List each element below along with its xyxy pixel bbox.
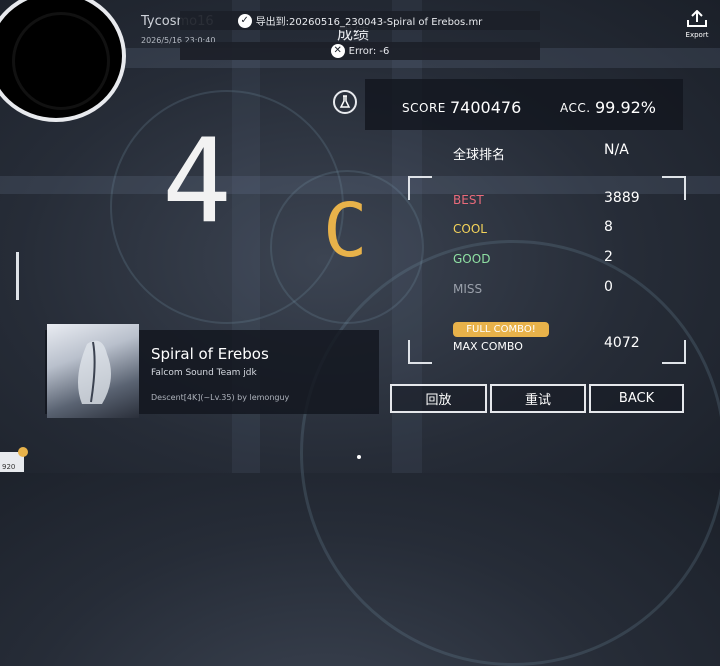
export-toast: ✓ 导出到:20260516_230043-Spiral of Erebos.m… [180,11,540,30]
rank-value: N/A [604,142,629,158]
bracket-corner [662,176,686,200]
grade-number: 4 [162,114,232,249]
rank-label: 全球排名 [453,148,506,163]
retry-button[interactable]: 重试 [490,384,586,413]
bracket-corner [408,340,432,364]
export-label: Export [685,31,709,39]
acc-label: ACC. [560,101,591,115]
judgement-cool-value: 8 [604,219,613,235]
judgement-best-label: BEST [453,193,484,207]
avatar-inner [12,12,110,110]
max-combo-value: 4072 [604,335,640,351]
chart-info: Descent[4K](~Lv.35) by lemonguy [151,393,290,402]
judgement-miss-label: MISS [453,282,483,296]
bracket-corner [408,176,432,200]
grade-letter: C [323,188,368,274]
song-artist: Falcom Sound Team jdk [151,368,257,378]
score-value: 7400476 [450,98,522,117]
acc-value: 99.92% [595,98,657,117]
bg-ring [300,240,720,666]
replay-button[interactable]: 回放 [390,384,487,413]
score-label: SCORE [402,101,446,115]
judgement-miss-value: 0 [604,279,613,295]
song-title: Spiral of Erebos [151,345,269,363]
export-button[interactable]: Export [682,9,712,40]
judgement-good-label: GOOD [453,252,491,266]
error-toast: ✕ Error: -6 [180,42,540,60]
upload-icon [687,9,707,27]
judgement-good-value: 2 [604,249,613,265]
corner-dot [18,447,28,457]
error-toast-text: Error: -6 [348,45,390,57]
close-circle-icon: ✕ [330,44,345,58]
score-panel: SCORE 7400476 ACC. 99.92% [365,79,683,130]
check-icon: ✓ [237,13,252,28]
flask-icon [333,90,357,114]
bracket-corner [662,340,686,364]
page-dot [357,455,361,459]
song-panel: Spiral of Erebos Falcom Sound Team jdk D… [45,324,379,418]
avatar[interactable] [0,0,126,122]
full-combo-badge: FULL COMBO! [453,322,549,337]
judgement-cool-label: COOL [453,222,487,236]
max-combo-label: MAX COMBO [453,340,523,353]
export-toast-text: 导出到:20260516_230043-Spiral of Erebos.mr [255,17,483,28]
judgement-best-value: 3889 [604,190,640,206]
song-cover [47,324,139,418]
bg-tick [16,252,19,300]
back-button[interactable]: BACK [589,384,684,413]
